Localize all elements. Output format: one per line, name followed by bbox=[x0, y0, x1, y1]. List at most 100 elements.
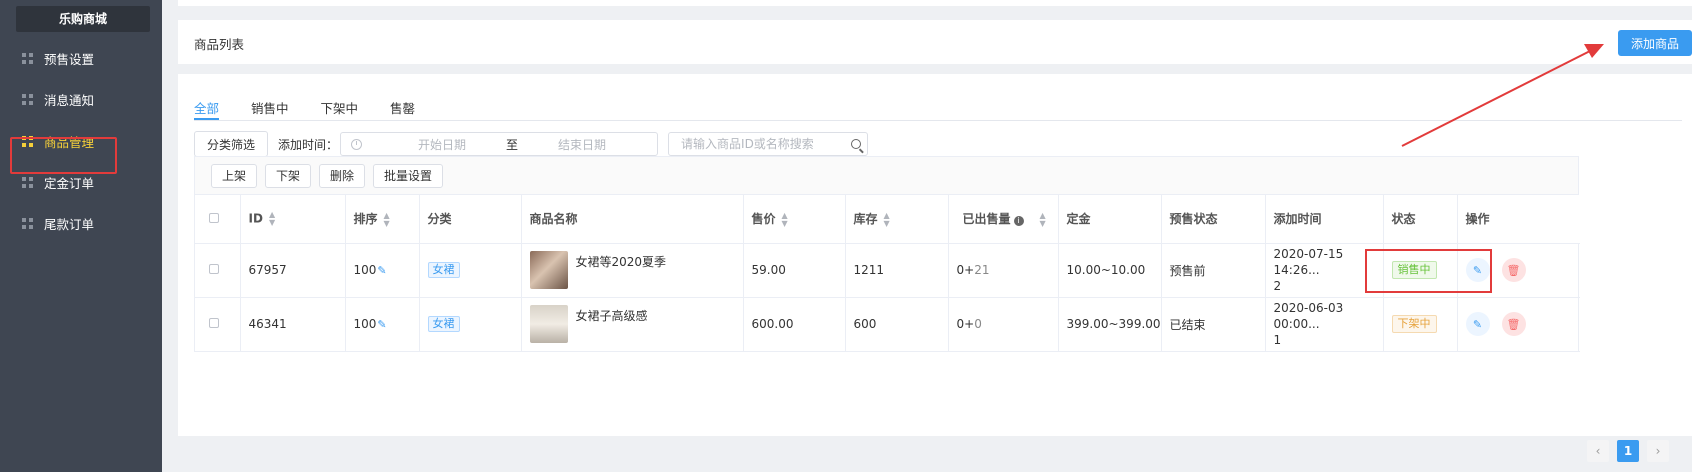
column-header-sold[interactable]: 已出售量 i▲ ▼ bbox=[948, 195, 1059, 244]
add-product-button[interactable]: 添加商品 bbox=[1618, 30, 1692, 56]
take-off-shelf-button[interactable]: 下架 bbox=[265, 163, 312, 188]
pencil-icon: ✎ bbox=[1472, 317, 1483, 331]
sidebar-item-label: 预售设置 bbox=[44, 51, 95, 67]
sidebar-item-product-management[interactable]: 商品管理 bbox=[0, 121, 162, 161]
edit-button[interactable]: ✎ bbox=[1465, 258, 1490, 282]
added-time-cell: 2020-07-15 14:26... 2 bbox=[1265, 243, 1384, 298]
pencil-icon[interactable]: ✎ bbox=[377, 264, 386, 277]
sidebar-item-label: 消息通知 bbox=[44, 92, 95, 108]
sort-icon[interactable]: ▲ ▼ bbox=[1040, 211, 1046, 228]
table-header-row: ID ▲ ▼ 排序 ▲ ▼ 分类 商品名称 售价 ▲ ▼ 库存 ▲ ▼ 已出售量 i▲ ▼ 定金 预… bbox=[195, 195, 1580, 244]
grid-icon bbox=[22, 176, 33, 188]
category-tag: 女裙 bbox=[427, 316, 460, 332]
content-card: 全部 销售中 下架中 售罄 分类筛选 添加时间： 开始日期 至 结束日期 上架 … bbox=[178, 74, 1692, 462]
tab-all[interactable]: 全部 bbox=[194, 98, 220, 120]
column-header-price[interactable]: 售价 ▲ ▼ bbox=[743, 195, 846, 244]
prev-page-button[interactable]: ‹ bbox=[1587, 440, 1609, 462]
category-cell: 女裙 bbox=[419, 297, 522, 352]
next-page-button[interactable]: › bbox=[1647, 440, 1669, 462]
column-header-operations: 操作 bbox=[1457, 195, 1580, 244]
search-box bbox=[668, 132, 869, 156]
sidebar-item-deposit-orders[interactable]: 定金订单 bbox=[0, 162, 162, 202]
column-header-deposit: 定金 bbox=[1058, 195, 1162, 244]
end-date-input[interactable]: 结束日期 bbox=[532, 136, 632, 153]
grid-icon bbox=[22, 52, 33, 64]
tab-sold-out[interactable]: 售罄 bbox=[390, 98, 415, 120]
status-badge: 销售中 bbox=[1391, 261, 1437, 279]
status-cell: 下架中 bbox=[1383, 297, 1458, 352]
row-checkbox[interactable] bbox=[209, 318, 219, 328]
sort-icon[interactable]: ▲ ▼ bbox=[269, 210, 275, 227]
stock: 600 bbox=[845, 297, 949, 352]
select-all-checkbox[interactable] bbox=[209, 212, 219, 223]
product-table-grid: ID ▲ ▼ 排序 ▲ ▼ 分类 商品名称 售价 ▲ ▼ 库存 ▲ ▼ 已出售量 i▲ ▼ 定金 预… bbox=[195, 195, 1580, 352]
tab-off-shelf[interactable]: 下架中 bbox=[321, 98, 359, 120]
sidebar-item-notifications[interactable]: 消息通知 bbox=[0, 79, 162, 119]
product-table: 上架 下架 删除 批量设置 ID ▲ ▼ 排序 ▲ ▼ 分类 商品名称 售价 ▲… bbox=[194, 156, 1580, 352]
trash-icon: 🗑 bbox=[1506, 263, 1521, 277]
column-header-stock[interactable]: 库存 ▲ ▼ bbox=[845, 195, 949, 244]
column-header-id[interactable]: ID ▲ ▼ bbox=[240, 195, 346, 244]
product-name-cell: 女裙等2020夏季 bbox=[521, 243, 744, 298]
search-icon[interactable] bbox=[851, 139, 862, 149]
edit-button[interactable]: ✎ bbox=[1465, 312, 1490, 336]
time-filter-label: 添加时间： bbox=[278, 137, 339, 152]
delete-row-button[interactable]: 🗑 bbox=[1501, 312, 1526, 336]
product-name: 女裙子高级感 bbox=[575, 309, 648, 323]
grid-icon bbox=[22, 217, 33, 229]
category-filter-button[interactable]: 分类筛选 bbox=[194, 131, 269, 157]
column-header-sort[interactable]: 排序 ▲ ▼ bbox=[345, 195, 420, 244]
sold-extra: 0 bbox=[974, 317, 982, 331]
start-date-input[interactable]: 开始日期 bbox=[392, 136, 492, 153]
deposit: 10.00~10.00 bbox=[1058, 243, 1162, 298]
operations-cell: ✎ 🗑 bbox=[1457, 243, 1580, 298]
row-checkbox[interactable] bbox=[209, 264, 219, 274]
sort-value: 100 bbox=[353, 317, 377, 331]
sidebar-item-presale-settings[interactable]: 预售设置 bbox=[0, 38, 162, 78]
main-area: 商品列表 添加商品 全部 销售中 下架中 售罄 分类筛选 添加时间： 开始日期 … bbox=[162, 0, 1692, 472]
select-all-cell bbox=[195, 195, 241, 244]
sort-icon[interactable]: ▲ ▼ bbox=[884, 211, 890, 228]
sort-icon[interactable]: ▲ ▼ bbox=[384, 211, 390, 228]
added-time-line1: 2020-07-15 14:26... bbox=[1273, 247, 1344, 277]
pencil-icon: ✎ bbox=[1472, 263, 1483, 277]
stock: 1211 bbox=[845, 243, 949, 298]
deposit: 399.00~399.00 bbox=[1058, 297, 1162, 352]
column-header-status: 状态 bbox=[1383, 195, 1458, 244]
added-time-cell: 2020-06-03 00:00... 1 bbox=[1265, 297, 1384, 352]
info-icon[interactable]: i bbox=[1013, 216, 1024, 226]
sort-cell: 100✎ bbox=[345, 243, 420, 298]
pagination: ‹ 1 › bbox=[1587, 440, 1669, 462]
sidebar-item-label: 商品管理 bbox=[44, 134, 95, 150]
trash-icon: 🗑 bbox=[1506, 317, 1521, 331]
list-on-shelf-button[interactable]: 上架 bbox=[211, 163, 258, 188]
sort-icon[interactable]: ▲ ▼ bbox=[782, 211, 788, 228]
brand-logo: 乐购商城 bbox=[16, 6, 150, 32]
page-button-current[interactable]: 1 bbox=[1617, 440, 1639, 462]
filter-row: 分类筛选 添加时间： 开始日期 至 结束日期 bbox=[194, 131, 869, 157]
date-separator: 至 bbox=[506, 137, 519, 152]
presale-status: 已结束 bbox=[1161, 297, 1266, 352]
added-time-line2: 1 bbox=[1273, 333, 1282, 347]
added-time-line2: 2 bbox=[1273, 279, 1282, 293]
presale-status: 预售前 bbox=[1161, 243, 1266, 298]
search-input[interactable] bbox=[681, 137, 842, 151]
category-tag: 女裙 bbox=[427, 262, 460, 278]
row-select-cell bbox=[195, 297, 241, 352]
product-thumbnail bbox=[529, 305, 568, 343]
table-row: 67957 100✎ 女裙 女裙等2020夏季 59.00 1211 0+21 bbox=[195, 243, 1580, 298]
sidebar-item-balance-orders[interactable]: 尾款订单 bbox=[0, 203, 162, 243]
delete-row-button[interactable]: 🗑 bbox=[1501, 258, 1526, 282]
batch-action-bar: 上架 下架 删除 批量设置 bbox=[195, 157, 1578, 195]
status-tabs: 全部 销售中 下架中 售罄 bbox=[194, 98, 447, 120]
delete-button[interactable]: 删除 bbox=[319, 163, 366, 188]
status-badge: 下架中 bbox=[1391, 315, 1437, 333]
product-id: 67957 bbox=[240, 243, 346, 298]
date-range-picker[interactable]: 开始日期 至 结束日期 bbox=[340, 132, 659, 156]
page-title: 商品列表 bbox=[194, 37, 245, 52]
sold-cell: 0+21 bbox=[948, 243, 1059, 298]
tab-on-sale[interactable]: 销售中 bbox=[251, 98, 289, 120]
pencil-icon[interactable]: ✎ bbox=[377, 318, 386, 331]
price: 600.00 bbox=[743, 297, 846, 352]
batch-settings-button[interactable]: 批量设置 bbox=[373, 163, 444, 188]
